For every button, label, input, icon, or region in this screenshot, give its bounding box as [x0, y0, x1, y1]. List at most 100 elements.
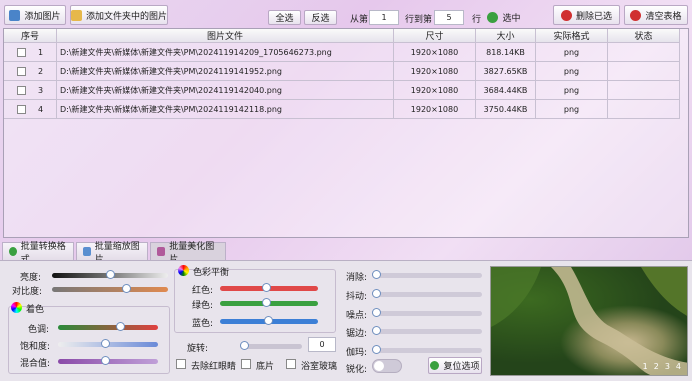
row-size: 1920×1080 — [394, 100, 476, 119]
sharpen-toggle[interactable] — [372, 359, 402, 373]
row-size: 1920×1080 — [394, 43, 476, 62]
row-index: 2 — [37, 66, 44, 76]
gamma-slider[interactable] — [372, 345, 482, 354]
row-checkbox[interactable] — [16, 85, 26, 95]
sharpen-label: 锐化: — [346, 365, 368, 375]
preview-page-3[interactable]: 3 — [665, 362, 670, 371]
rotate-knob[interactable] — [240, 341, 249, 350]
row-format: png — [536, 81, 608, 100]
table-row[interactable]: 2 D:\新建文件夹\新媒体\新建文件夹\PM\2024119141952.pn… — [4, 62, 688, 81]
invert-selection-button[interactable]: 反选 — [304, 10, 337, 25]
from-row-label: 从第 — [350, 15, 369, 25]
hue-slider[interactable] — [58, 322, 158, 331]
gamma-label: 伽玛: — [346, 348, 368, 358]
tab-beautify[interactable]: 批量美化图片 — [150, 242, 226, 265]
add-image-button[interactable]: 添加图片 — [4, 5, 66, 25]
reset-options-button[interactable]: 复位选项 — [428, 357, 482, 374]
rotate-value-input[interactable]: 0 — [308, 337, 336, 352]
table-row[interactable]: 4 D:\新建文件夹\新媒体\新建文件夹\PM\2024119142118.pn… — [4, 100, 688, 119]
red-slider[interactable] — [220, 283, 318, 292]
green-knob[interactable] — [262, 298, 272, 307]
blur-slider[interactable] — [372, 270, 482, 279]
remove-redeye-checkbox[interactable] — [176, 359, 186, 369]
noise-slider[interactable] — [372, 308, 482, 317]
preview-page-2[interactable]: 2 — [654, 362, 659, 371]
bathroom-glass-label: 浴室玻璃 — [301, 362, 338, 372]
bathroom-glass-checkbox[interactable] — [286, 359, 296, 369]
gamma-knob[interactable] — [372, 345, 381, 354]
brightness-knob[interactable] — [106, 270, 115, 279]
row-format: png — [536, 43, 608, 62]
blue-slider[interactable] — [220, 316, 318, 325]
rotate-label: 旋转: — [187, 344, 209, 354]
mix-knob[interactable] — [101, 356, 110, 365]
row-bytes: 3827.65KB — [476, 62, 536, 81]
saturation-slider[interactable] — [58, 339, 158, 348]
row-checkbox[interactable] — [16, 104, 26, 114]
shake-knob[interactable] — [372, 289, 381, 298]
mix-slider[interactable] — [58, 356, 158, 365]
tab-convert-format[interactable]: 批量转换格式 — [2, 242, 74, 265]
edge-knob[interactable] — [372, 326, 381, 335]
row-index-cell: 2 — [4, 62, 57, 81]
row-file: D:\新建文件夹\新媒体\新建文件夹\PM\2024119142118.png — [57, 100, 394, 119]
edge-label: 锯边: — [346, 329, 368, 339]
stop-icon — [630, 9, 642, 21]
noise-label: 噪点: — [346, 311, 368, 321]
red-knob[interactable] — [262, 283, 272, 292]
table-row[interactable]: 1 D:\新建文件夹\新媒体\新建文件夹\PM\202411914209_170… — [4, 43, 688, 62]
rotate-slider[interactable] — [240, 341, 302, 350]
image-icon — [9, 9, 21, 21]
row-file: D:\新建文件夹\新媒体\新建文件夹\PM\202411914209_17056… — [57, 43, 394, 62]
edge-slider[interactable] — [372, 326, 482, 335]
row-file: D:\新建文件夹\新媒体\新建文件夹\PM\2024119142040.png — [57, 81, 394, 100]
brightness-label: 亮度: — [20, 273, 42, 283]
noise-knob[interactable] — [372, 308, 381, 317]
col-index-header: 序号 — [4, 29, 57, 43]
clear-table-button[interactable]: 清空表格 — [624, 5, 688, 25]
col-bytes-header: 大小 — [476, 29, 536, 43]
brightness-slider[interactable] — [52, 270, 168, 279]
saturation-knob[interactable] — [101, 339, 110, 348]
shake-slider[interactable] — [372, 289, 482, 298]
row-index-cell: 1 — [4, 43, 57, 62]
preview-path-svg — [491, 267, 687, 375]
to-row-input[interactable]: 5 — [434, 10, 464, 25]
row-bytes: 3750.44KB — [476, 100, 536, 119]
blue-knob[interactable] — [264, 316, 274, 325]
row-status — [608, 100, 680, 119]
row-suffix-label: 行 — [472, 15, 482, 25]
color-balance-title: 色彩平衡 — [193, 268, 230, 278]
row-bytes: 818.14KB — [476, 43, 536, 62]
convert-icon — [9, 247, 17, 256]
preview-page-1[interactable]: 1 — [643, 362, 648, 371]
col-format-header: 实际格式 — [536, 29, 608, 43]
table-header: 序号 图片文件 尺寸 大小 实际格式 状态 — [4, 29, 688, 43]
row-checkbox[interactable] — [16, 47, 26, 57]
check-circle-icon — [487, 12, 499, 23]
col-status-header: 状态 — [608, 29, 680, 43]
add-image-label: 添加图片 — [24, 11, 61, 22]
green-slider[interactable] — [220, 298, 318, 307]
negative-checkbox[interactable] — [241, 359, 251, 369]
row-index: 1 — [37, 47, 44, 57]
contrast-knob[interactable] — [122, 284, 132, 293]
to-row-label: 行到第 — [405, 15, 433, 25]
row-status — [608, 43, 680, 62]
preview-image: 1 2 3 4 — [490, 266, 688, 376]
select-range-button[interactable]: 选中 — [486, 9, 522, 26]
from-row-input[interactable]: 1 — [369, 10, 399, 25]
file-table: 序号 图片文件 尺寸 大小 实际格式 状态 1 D:\新建文件夹\新媒体\新建文… — [3, 28, 689, 238]
row-status — [608, 81, 680, 100]
add-folder-images-button[interactable]: 添加文件夹中的图片 — [70, 5, 168, 25]
hue-knob[interactable] — [116, 322, 125, 331]
row-checkbox[interactable] — [16, 66, 26, 76]
preview-page-4[interactable]: 4 — [676, 362, 681, 371]
select-all-button[interactable]: 全选 — [268, 10, 301, 25]
delete-selected-button[interactable]: 删除已选 — [553, 5, 620, 25]
contrast-label: 对比度: — [12, 287, 43, 297]
contrast-slider[interactable] — [52, 284, 168, 293]
tab-resize[interactable]: 批量缩放图片 — [76, 242, 148, 265]
blur-knob[interactable] — [372, 270, 381, 279]
table-row[interactable]: 3 D:\新建文件夹\新媒体\新建文件夹\PM\2024119142040.pn… — [4, 81, 688, 100]
